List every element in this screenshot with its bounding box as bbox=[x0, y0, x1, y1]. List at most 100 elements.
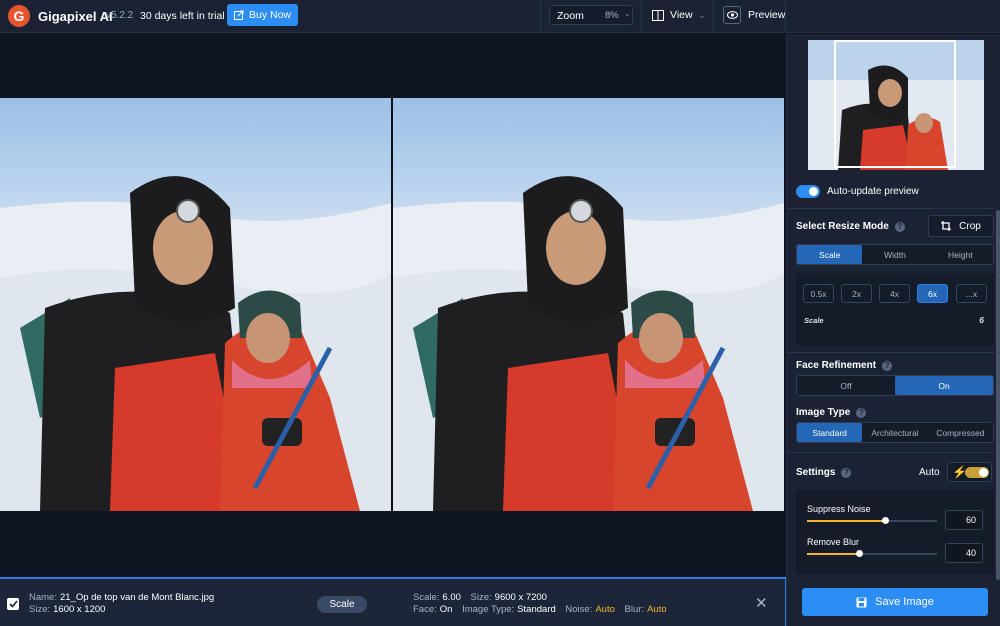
face-refinement-off[interactable]: Off bbox=[797, 376, 895, 395]
remove-blur-input[interactable]: 40 bbox=[945, 543, 983, 563]
resize-mode-title-text: Select Resize Mode bbox=[796, 221, 889, 232]
original-image-panel[interactable] bbox=[0, 98, 391, 511]
settings-sliders-panel: Suppress Noise 60 Remove Blur 40 bbox=[796, 490, 994, 574]
split-view-icon bbox=[652, 9, 664, 21]
view-menu[interactable]: View ⌄ bbox=[652, 9, 705, 21]
image-type-selector[interactable]: Standard Architectural Compressed bbox=[796, 422, 994, 443]
zoom-label: Zoom bbox=[557, 10, 584, 22]
toolbar-divider bbox=[785, 0, 786, 33]
resize-mode-height[interactable]: Height bbox=[928, 245, 993, 264]
view-label: View bbox=[670, 9, 693, 21]
section-divider bbox=[787, 208, 995, 209]
original-photo bbox=[0, 176, 391, 511]
toolbar-divider bbox=[540, 0, 541, 33]
save-image-label: Save Image bbox=[875, 596, 934, 608]
output-size-label: Size: bbox=[470, 592, 492, 603]
buy-now-button[interactable]: Buy Now bbox=[227, 4, 298, 26]
blur-info-value: Auto bbox=[647, 604, 667, 615]
noise-info-value: Auto bbox=[595, 604, 615, 615]
zoom-select[interactable]: Zoom 8% ⌄ bbox=[549, 5, 633, 25]
output-settings-info: Face: On Image Type: Standard Noise: Auto B… bbox=[413, 604, 667, 615]
mode-badge: Scale bbox=[317, 596, 367, 613]
face-info-label: Face: bbox=[413, 604, 437, 615]
preview-toggle[interactable]: Preview bbox=[723, 6, 785, 24]
auto-update-toggle[interactable] bbox=[796, 185, 820, 198]
file-size-label: Size: bbox=[29, 604, 51, 615]
scale-field-label: Scale bbox=[804, 316, 824, 325]
suppress-noise-label: Suppress Noise bbox=[807, 504, 871, 514]
face-refinement-title: Face Refinement ? bbox=[796, 360, 893, 371]
face-refinement-on[interactable]: On bbox=[895, 376, 993, 395]
file-size-value: 1600 x 1200 bbox=[53, 604, 106, 615]
remove-blur-fill bbox=[807, 553, 859, 555]
sidebar-scrollbar[interactable] bbox=[996, 210, 1000, 580]
viewport-selection[interactable] bbox=[834, 40, 956, 168]
top-toolbar: G Gigapixel AI v5.2.2 30 days left in tr… bbox=[0, 0, 1000, 33]
image-type-architectural[interactable]: Architectural bbox=[862, 423, 927, 442]
preview-label: Preview bbox=[748, 9, 786, 21]
settings-sidebar: Auto-update preview Select Resize Mode ?… bbox=[786, 34, 1000, 626]
help-icon[interactable]: ? bbox=[856, 407, 867, 418]
suppress-noise-slider[interactable] bbox=[807, 517, 937, 524]
help-icon[interactable]: ? bbox=[841, 467, 852, 478]
suppress-noise-handle[interactable] bbox=[882, 517, 889, 524]
toolbar-divider bbox=[641, 0, 642, 33]
help-icon[interactable]: ? bbox=[882, 360, 893, 371]
chevron-down-icon: ⌄ bbox=[624, 9, 631, 18]
scale-field-value[interactable]: 6 bbox=[979, 315, 984, 325]
scale-custom-button[interactable]: ...x bbox=[956, 284, 987, 303]
close-icon[interactable]: ✕ bbox=[755, 594, 768, 612]
blur-info-label: Blur: bbox=[624, 604, 645, 615]
face-refinement-selector[interactable]: Off On bbox=[796, 375, 994, 396]
suppress-noise-input[interactable]: 60 bbox=[945, 510, 983, 530]
resize-mode-scale[interactable]: Scale bbox=[797, 245, 863, 264]
crop-label: Crop bbox=[959, 220, 981, 232]
scale-6x-button[interactable]: 6x bbox=[917, 284, 948, 303]
remove-blur-label: Remove Blur bbox=[807, 537, 860, 547]
resize-mode-title: Select Resize Mode ? bbox=[796, 221, 905, 232]
type-info-label: Image Type: bbox=[462, 604, 515, 615]
external-link-icon bbox=[233, 10, 244, 20]
save-icon bbox=[856, 597, 867, 607]
settings-auto-toggle[interactable]: ⚡ bbox=[947, 462, 992, 482]
scale-info-value: 6.00 bbox=[442, 592, 461, 603]
auto-update-preview-row[interactable]: Auto-update preview bbox=[796, 185, 919, 198]
scale-info-label: Scale: bbox=[413, 592, 440, 603]
output-scale-info: Scale: 6.00 Size: 9600 x 7200 bbox=[413, 592, 547, 603]
trial-status: 30 days left in trial bbox=[140, 10, 225, 22]
noise-info-label: Noise: bbox=[565, 604, 593, 615]
face-info-value: On bbox=[439, 604, 453, 615]
resize-mode-selector[interactable]: Scale Width Height bbox=[796, 244, 994, 265]
file-name: Name: 21_Op de top van de Mont Blanc.jpg bbox=[29, 592, 214, 603]
settings-title-text: Settings bbox=[796, 467, 836, 478]
checkbox-icon[interactable] bbox=[7, 598, 19, 610]
output-size-value: 9600 x 7200 bbox=[494, 592, 547, 603]
save-image-button[interactable]: Save Image bbox=[802, 588, 988, 616]
auto-switch[interactable] bbox=[965, 467, 989, 478]
navigator-thumbnail[interactable] bbox=[808, 40, 984, 170]
remove-blur-slider[interactable] bbox=[807, 550, 937, 557]
scale-2x-button[interactable]: 2x bbox=[841, 284, 872, 303]
file-size: Size: 1600 x 1200 bbox=[29, 604, 105, 615]
image-type-standard[interactable]: Standard bbox=[797, 423, 863, 442]
gigapixel-logo-icon: G bbox=[8, 5, 30, 27]
crop-button[interactable]: Crop bbox=[928, 215, 994, 237]
type-info-value: Standard bbox=[517, 604, 556, 615]
app-version: v5.2.2 bbox=[106, 10, 134, 21]
preview-image-panel[interactable] bbox=[393, 98, 784, 511]
resize-mode-width[interactable]: Width bbox=[862, 245, 927, 264]
image-type-compressed[interactable]: Compressed bbox=[928, 423, 993, 442]
scale-0-5x-button[interactable]: 0.5x bbox=[803, 284, 834, 303]
toolbar-divider bbox=[713, 0, 714, 33]
image-type-title: Image Type ? bbox=[796, 407, 867, 418]
image-info-bar[interactable]: Name: 21_Op de top van de Mont Blanc.jpg … bbox=[0, 577, 786, 626]
image-type-title-text: Image Type bbox=[796, 407, 851, 418]
image-viewer[interactable] bbox=[0, 34, 786, 577]
file-name-value: 21_Op de top van de Mont Blanc.jpg bbox=[59, 592, 215, 603]
enhanced-photo bbox=[393, 176, 784, 511]
scale-4x-button[interactable]: 4x bbox=[879, 284, 910, 303]
remove-blur-handle[interactable] bbox=[856, 550, 863, 557]
chevron-down-icon: ⌄ bbox=[698, 10, 706, 20]
help-icon[interactable]: ? bbox=[894, 221, 905, 232]
file-name-label: Name: bbox=[29, 592, 57, 603]
